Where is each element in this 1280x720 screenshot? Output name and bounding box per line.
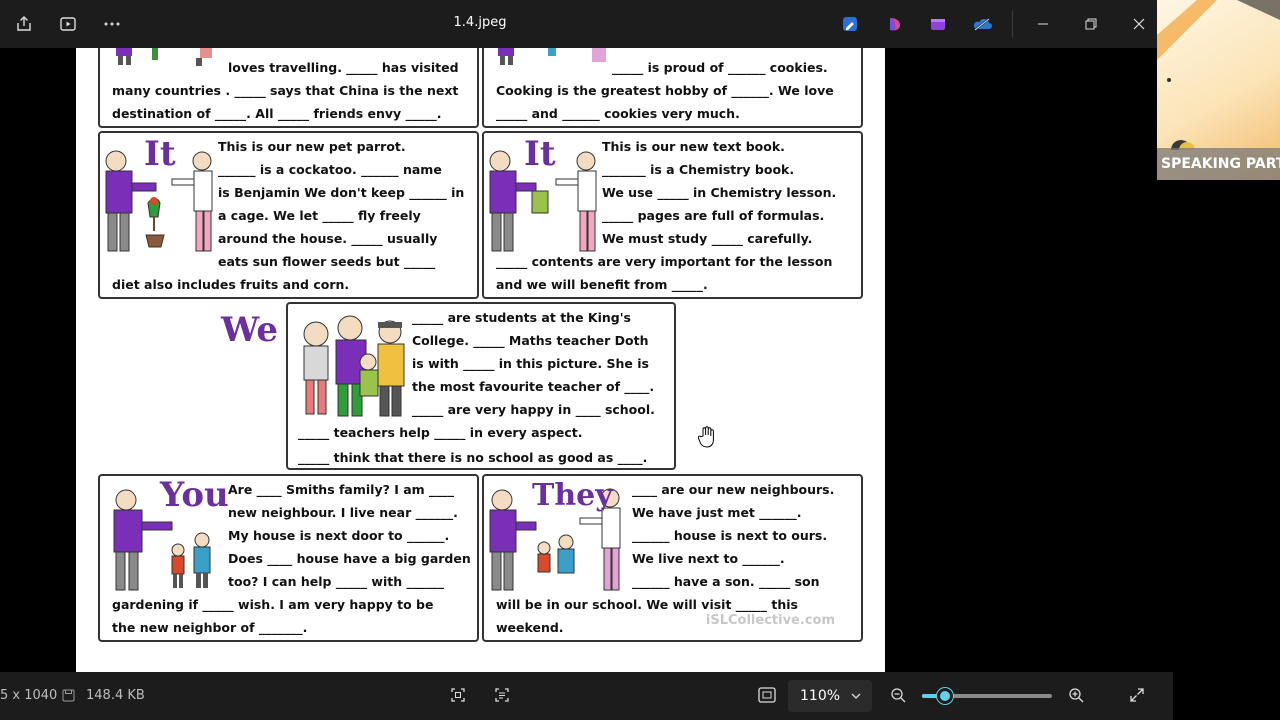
- text-line: the new neighbor of _______.: [112, 620, 308, 635]
- text-line: diet also includes fruits and corn.: [112, 277, 350, 292]
- text-line: _____ pages are full of formulas.: [602, 208, 825, 223]
- text-line: _____ think that there is no school as g…: [298, 450, 648, 465]
- text-line: My house is next door to ______.: [228, 528, 450, 543]
- share-icon[interactable]: [12, 12, 36, 36]
- onedrive-icon[interactable]: [970, 12, 994, 36]
- text-recognition-icon[interactable]: [494, 687, 510, 707]
- worksheet-box-textbook: It This is our new text book. _______ is…: [482, 131, 863, 299]
- image-dimensions: 5 x 1040: [0, 688, 58, 703]
- worksheet-box-you: You Are ____ Smiths family? I am ____ ne…: [98, 474, 479, 642]
- worksheet-box-she: _____ is proud of ______ cookies. Cookin…: [482, 48, 863, 128]
- text-line: new neighbour. I live near ______.: [228, 505, 458, 520]
- zoom-slider-thumb[interactable]: [937, 688, 953, 704]
- full-screen-icon[interactable]: [1129, 687, 1145, 707]
- title-bar: 1.4.jpeg: [0, 0, 1157, 48]
- text-line: We use _____ in Chemistry lesson.: [602, 185, 837, 200]
- fit-to-window-icon[interactable]: [758, 687, 776, 707]
- text-line: around the house. _____ usually: [218, 231, 438, 246]
- text-line: _______ is a Chemistry book.: [602, 162, 795, 177]
- crop-icon[interactable]: [450, 687, 466, 707]
- text-line: We live next to ______.: [632, 551, 785, 566]
- more-options-icon[interactable]: [100, 12, 124, 36]
- file-size: 148.4 KB: [86, 688, 145, 703]
- text-line: and we will benefit from _____.: [496, 277, 708, 292]
- close-icon[interactable]: [1125, 10, 1153, 38]
- status-bar: 5 x 1040 148.4 KB 110%: [0, 672, 1173, 720]
- text-line: This is our new text book.: [602, 139, 785, 154]
- text-line: Are ____ Smiths family? I am ____: [228, 482, 455, 497]
- zoom-dropdown[interactable]: 110%: [788, 680, 872, 712]
- text-line: _____ teachers help _____ in every aspec…: [298, 425, 583, 440]
- zoom-slider[interactable]: [922, 688, 1052, 704]
- text-line: Cooking is the greatest hobby of ______.…: [496, 83, 834, 98]
- figure-family: [294, 310, 408, 427]
- save-icon: [62, 689, 75, 706]
- zoom-in-icon[interactable]: [1068, 687, 1084, 707]
- minimize-icon[interactable]: [1029, 10, 1057, 38]
- overlay-label: SPEAKING PART: [1157, 148, 1280, 180]
- text-line: too? I can help _____ with ______: [228, 574, 444, 589]
- figure-people: [492, 48, 622, 75]
- worksheet-box-we: _____ are students at the King's College…: [286, 302, 676, 470]
- clipchamp-icon[interactable]: [926, 12, 950, 36]
- text-line: _____ are students at the King's: [412, 310, 631, 325]
- text-line: ______ have a son. _____ son: [632, 574, 820, 589]
- zoom-value: 110%: [800, 688, 841, 704]
- worksheet-box-parrot: It This is our new pet parrot. ______ is…: [98, 131, 479, 299]
- chevron-down-icon: [850, 690, 862, 706]
- text-line: This is our new pet parrot.: [218, 139, 406, 154]
- text-line: Does ____ house have a big garden: [228, 551, 471, 566]
- text-line: ______ house is next to ours.: [632, 528, 828, 543]
- text-line: ______ is a cockatoo. ______ name: [218, 162, 442, 177]
- text-line: a cage. We let _____ fly freely: [218, 208, 421, 223]
- text-line: _____ contents are very important for th…: [496, 254, 833, 269]
- worksheet-box-they: They ____ are our new neighbours. We hav…: [482, 474, 863, 642]
- slideshow-icon[interactable]: [56, 12, 80, 36]
- worksheet-image: loves travelling. _____ has visited many…: [76, 48, 885, 672]
- text-line: We must study _____ carefully.: [602, 231, 813, 246]
- figure-people: [108, 48, 218, 75]
- text-line: many countries . _____ says that China i…: [112, 83, 459, 98]
- text-line: We have just met ______.: [632, 505, 802, 520]
- text-line: loves travelling. _____ has visited: [228, 60, 459, 75]
- text-line: College. _____ Maths teacher Doth: [412, 333, 649, 348]
- pronoun-label: We: [221, 310, 279, 350]
- text-line: destination of _____. All _____ friends …: [112, 106, 442, 121]
- worksheet-box-he: loves travelling. _____ has visited many…: [98, 48, 479, 128]
- restore-icon[interactable]: [1077, 10, 1105, 38]
- watermark: iSLCollective.com: [705, 613, 835, 628]
- pronoun-label: It: [524, 134, 556, 174]
- edit-image-icon[interactable]: [838, 12, 862, 36]
- pronoun-label: It: [144, 134, 176, 174]
- designer-icon[interactable]: [883, 12, 907, 36]
- pronoun-label: You: [160, 475, 229, 515]
- text-line: weekend.: [496, 620, 564, 635]
- text-line: the most favourite teacher of ____.: [412, 379, 655, 394]
- text-line: eats sun flower seeds but _____: [218, 254, 436, 269]
- zoom-out-icon[interactable]: [890, 687, 906, 707]
- text-line: ____ are our new neighbours.: [632, 482, 835, 497]
- text-line: is with _____ in this picture. She is: [412, 356, 649, 371]
- image-canvas[interactable]: loves travelling. _____ has visited many…: [0, 48, 1173, 672]
- window-title: 1.4.jpeg: [453, 15, 507, 30]
- toolbar-divider: [1012, 10, 1013, 38]
- text-line: _____ is proud of ______ cookies.: [612, 60, 828, 75]
- text-line: _____ are very happy in ____ school.: [412, 402, 655, 417]
- hand-cursor-icon: [697, 426, 716, 452]
- pronoun-label: They: [532, 478, 613, 513]
- text-line: is Benjamin We don't keep ______ in: [218, 185, 465, 200]
- text-line: _____ and ______ cookies very much.: [496, 106, 740, 121]
- text-line: gardening if _____ wish. I am very happy…: [112, 597, 434, 612]
